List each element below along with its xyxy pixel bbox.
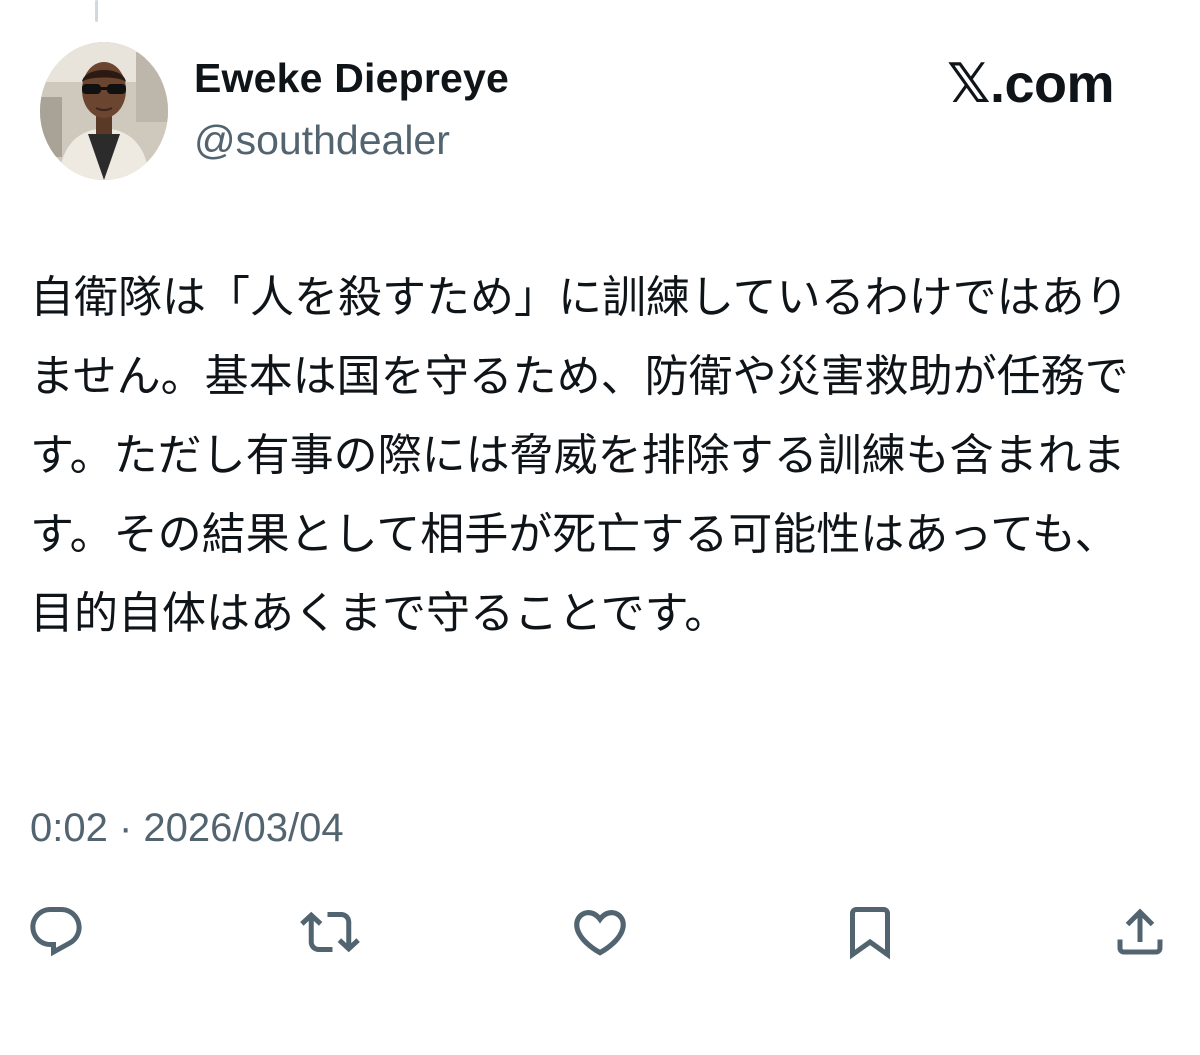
- reply-button[interactable]: [24, 900, 88, 964]
- avatar[interactable]: [40, 42, 168, 180]
- retweet-button[interactable]: [298, 900, 362, 964]
- profile-photo-icon: [40, 42, 168, 180]
- heart-icon: [574, 910, 626, 956]
- tweet-text: 自衛隊は「人を殺すため」に訓練しているわけではありません。基本は国を守るため、防…: [30, 272, 1129, 639]
- reply-icon: [30, 907, 82, 957]
- x-com-logo: 𝕏.com: [946, 54, 1115, 114]
- tweet-action-bar: [0, 900, 1200, 970]
- tweet-timestamp[interactable]: 0:02 · 2026/03/04: [30, 806, 344, 851]
- thread-connector-line: [95, 0, 98, 22]
- bookmark-icon: [850, 907, 890, 960]
- like-button[interactable]: [568, 900, 632, 964]
- retweet-icon: [300, 911, 360, 953]
- author-handle[interactable]: @southdealer: [194, 117, 450, 164]
- author-display-name[interactable]: Eweke Diepreye: [194, 55, 509, 102]
- share-button[interactable]: [1108, 900, 1172, 964]
- share-icon: [1117, 908, 1163, 955]
- bookmark-button[interactable]: [838, 900, 902, 964]
